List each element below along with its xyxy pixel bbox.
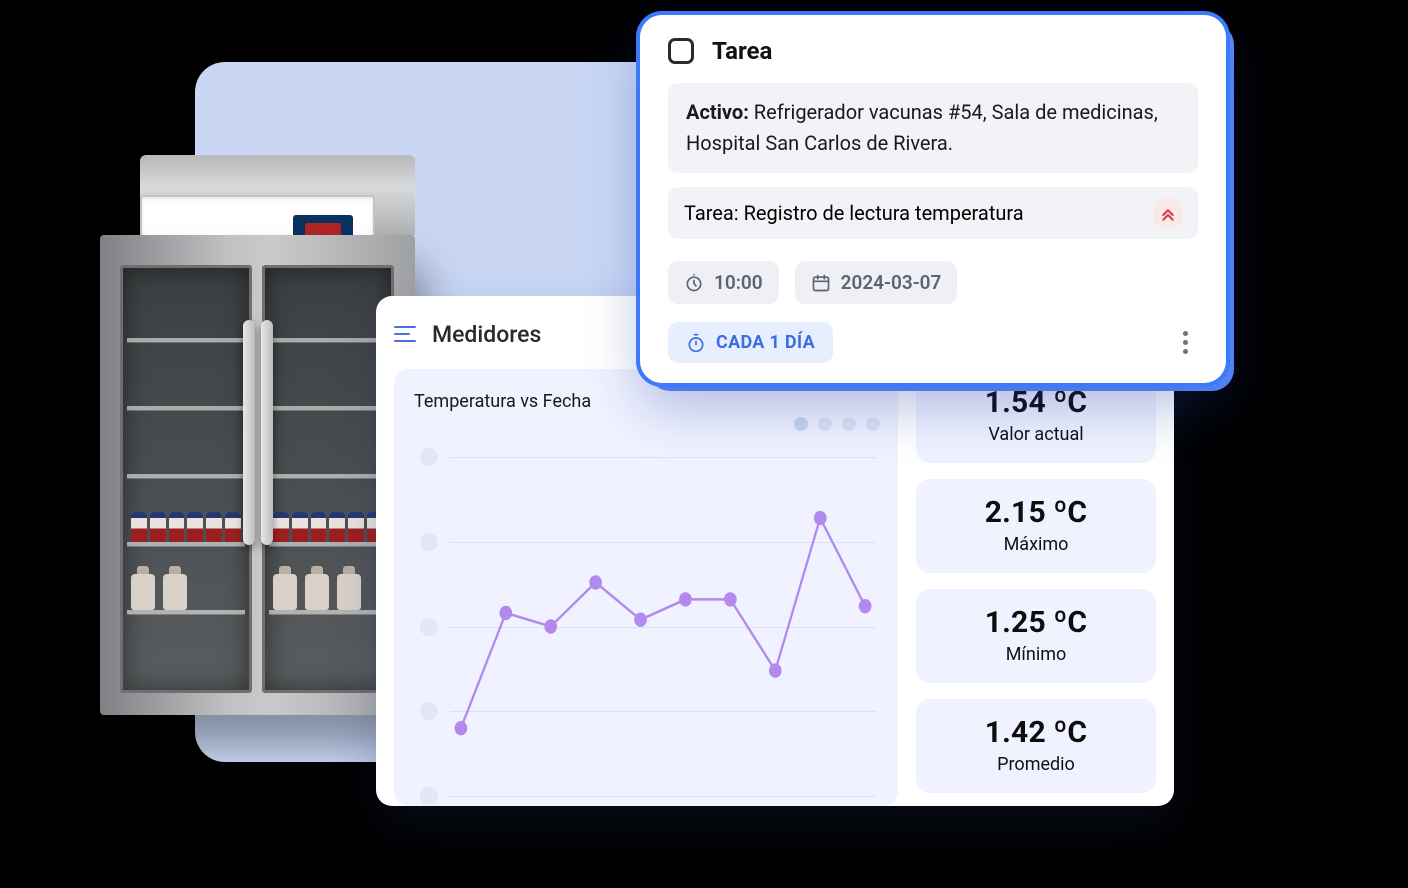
data-point (589, 575, 602, 589)
fridge-illustration (100, 155, 415, 730)
data-point (769, 663, 782, 677)
task-time-value: 10:00 (714, 271, 763, 294)
ytick-marker (420, 618, 438, 636)
data-point (544, 619, 557, 633)
ytick-marker (420, 448, 438, 466)
stat-label: Promedio (934, 754, 1138, 775)
pager-dot[interactable] (794, 417, 808, 431)
task-recurrence-label: CADA 1 DÍA (716, 332, 815, 353)
pager-dot[interactable] (818, 417, 832, 431)
stat-card: 2.15 ºC Máximo (916, 479, 1156, 573)
task-time-pill[interactable]: 10:00 (668, 261, 779, 304)
pager-dot[interactable] (866, 417, 880, 431)
stopwatch-icon (686, 333, 706, 353)
tarea-text: Registro de lectura temperatura (744, 201, 1024, 225)
activo-text: Refrigerador vacunas #54, Sala de medici… (686, 100, 1158, 155)
chart-card: Temperatura vs Fecha (394, 369, 898, 806)
stat-value: 1.42 ºC (934, 715, 1138, 750)
task-date-value: 2024-03-07 (841, 271, 942, 294)
line-series (450, 457, 876, 796)
data-point (499, 606, 512, 620)
stat-value: 1.54 ºC (934, 385, 1138, 420)
more-options-button[interactable] (1172, 330, 1198, 356)
stat-card: 1.25 ºC Mínimo (916, 589, 1156, 683)
clock-icon (684, 273, 704, 293)
stat-label: Valor actual (934, 424, 1138, 445)
task-date-pill[interactable]: 2024-03-07 (795, 261, 958, 304)
pager-dot[interactable] (842, 417, 856, 431)
chart-title: Temperatura vs Fecha (414, 391, 878, 412)
menu-icon[interactable] (394, 326, 416, 342)
task-activo-box: Activo: Refrigerador vacunas #54, Sala d… (668, 83, 1198, 173)
stat-value: 2.15 ºC (934, 495, 1138, 530)
data-point (634, 613, 647, 627)
data-point (679, 592, 692, 606)
task-checkbox[interactable] (668, 38, 694, 64)
chart-area (420, 457, 880, 796)
stat-label: Máximo (934, 534, 1138, 555)
activo-label: Activo: (686, 100, 749, 124)
data-point (455, 721, 468, 735)
task-tarea-box: Tarea: Registro de lectura temperatura (668, 187, 1198, 239)
tarea-card: Tarea Activo: Refrigerador vacunas #54, … (640, 15, 1226, 383)
chart-pager[interactable] (794, 417, 880, 431)
medidores-title: Medidores (432, 321, 541, 348)
stat-card: 1.42 ºC Promedio (916, 699, 1156, 793)
data-point (814, 511, 827, 525)
priority-high-icon (1154, 199, 1182, 227)
task-heading: Tarea (712, 37, 772, 65)
calendar-icon (811, 273, 831, 293)
data-point (724, 592, 737, 606)
ytick-marker (420, 787, 438, 805)
data-point (859, 599, 872, 613)
stat-value: 1.25 ºC (934, 605, 1138, 640)
ytick-marker (420, 702, 438, 720)
tarea-label: Tarea: (684, 201, 739, 225)
stat-label: Mínimo (934, 644, 1138, 665)
gridline (450, 796, 876, 797)
task-recurrence-pill[interactable]: CADA 1 DÍA (668, 322, 833, 363)
ytick-marker (420, 533, 438, 551)
stat-card: 1.54 ºC Valor actual (916, 369, 1156, 463)
